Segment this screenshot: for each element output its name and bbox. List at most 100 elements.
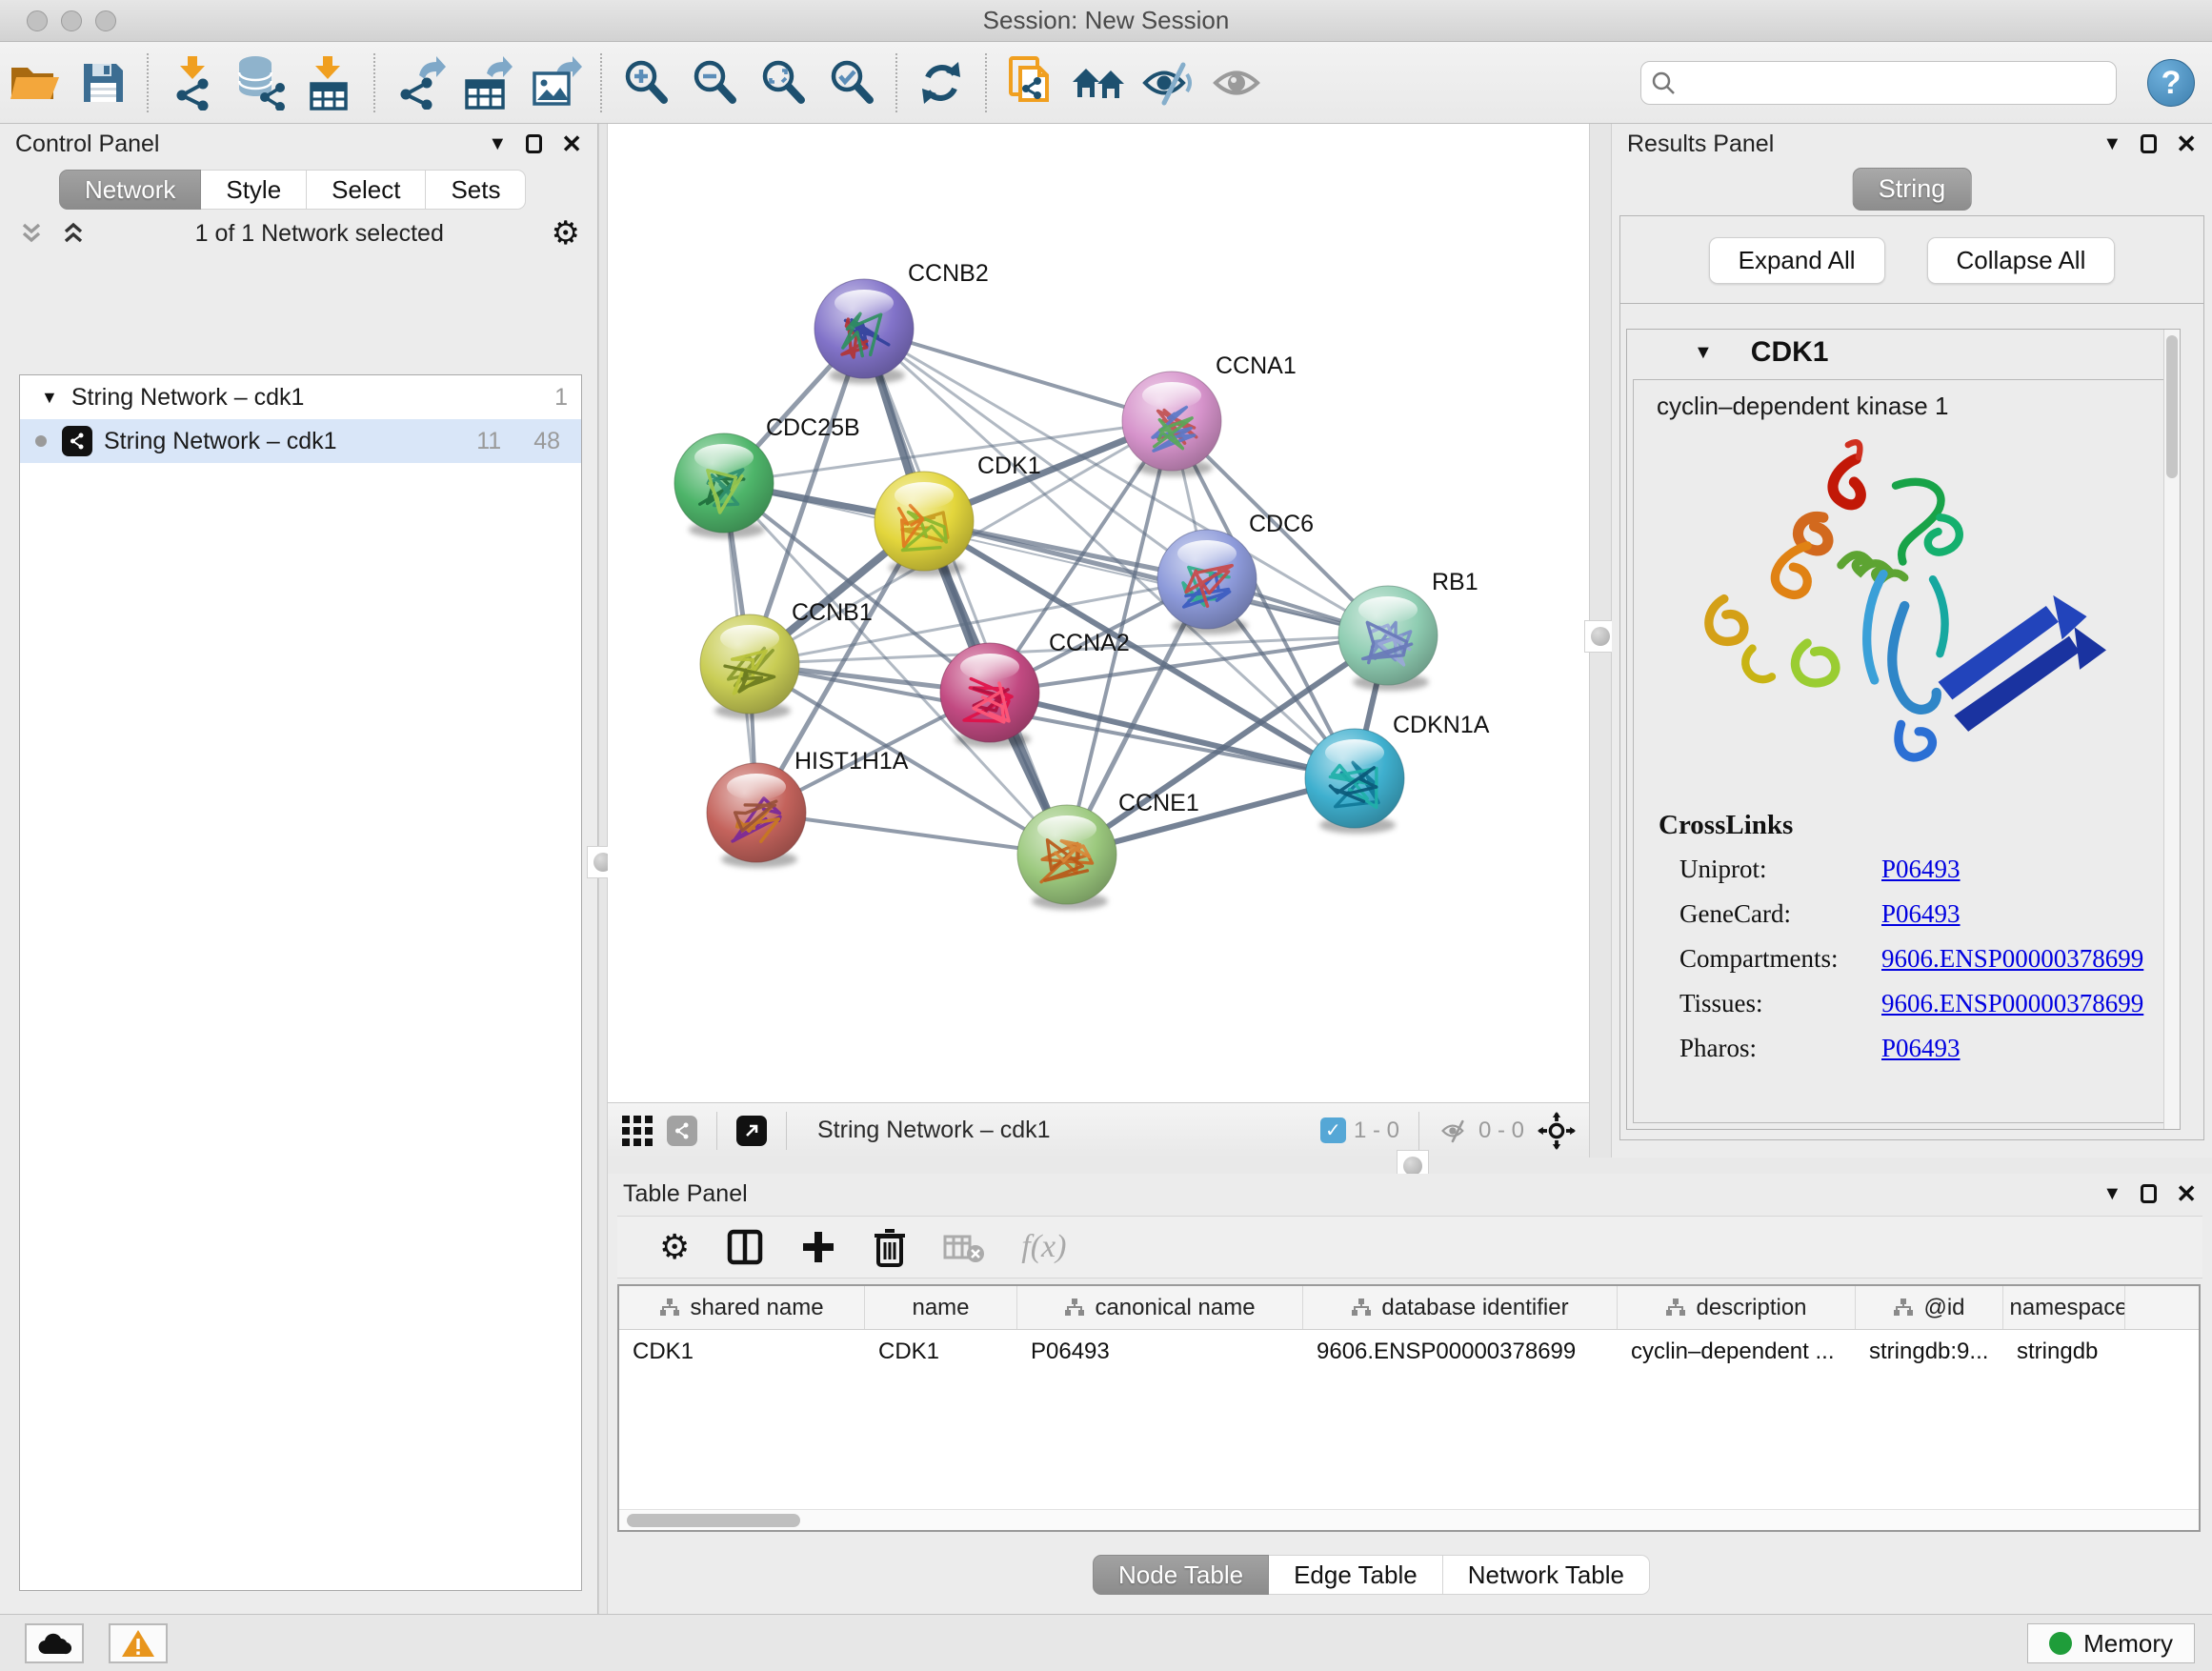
network-node-CDC6[interactable]: CDC6 [1157,511,1314,634]
crosslink-label: Pharos: [1679,1034,1881,1063]
table-toolbar: ⚙ f(x) [617,1216,2202,1278]
panel-float-icon[interactable] [526,134,542,153]
column-header-description[interactable]: description [1618,1286,1856,1329]
pan-crosshair-icon[interactable] [1538,1112,1576,1150]
column-header-name[interactable]: name [865,1286,1017,1329]
panel-close-icon[interactable]: ✕ [561,130,582,159]
open-session-button[interactable] [5,52,64,113]
column-header-shared-name[interactable]: shared name [619,1286,865,1329]
panel-close-icon[interactable]: ✕ [2176,130,2197,159]
zoom-in-button[interactable] [616,52,675,113]
import-network-from-database-button[interactable] [231,52,291,113]
hidden-counts: 0 - 0 [1438,1117,1524,1144]
memory-status-button[interactable]: Memory [2027,1623,2195,1663]
network-node-CDK1[interactable]: CDK1 [875,453,1041,576]
protein-name: CDK1 [1751,336,1829,369]
import-network-from-file-button[interactable] [163,52,222,113]
minimize-window-icon[interactable] [61,10,82,31]
panel-menu-icon[interactable]: ▼ [2102,1183,2122,1205]
node-table[interactable]: shared namenamecanonical namedatabase id… [617,1284,2201,1532]
column-header-namespace[interactable]: namespace [2003,1286,2125,1329]
collection-caret-icon[interactable]: ▼ [41,388,58,408]
detach-view-icon[interactable] [736,1116,767,1146]
table-options-gear-icon[interactable]: ⚙ [659,1227,690,1267]
panel-float-icon[interactable] [2141,134,2157,153]
network-view: CCNB2CCNA1CDC25BCDK1CDC6RB1CCNB1CCNA2CDK… [608,124,1589,1158]
help-button[interactable]: ? [2147,59,2195,107]
tab-style[interactable]: Style [201,170,307,210]
expand-all-button[interactable]: Expand All [1709,237,1885,284]
warning-triangle-icon [121,1628,155,1659]
warnings-button[interactable] [109,1623,168,1663]
section-caret-icon[interactable]: ▼ [1694,342,1713,364]
results-scrollbar-thumb[interactable] [2166,335,2178,478]
show-hidden-button[interactable] [1207,52,1266,113]
show-all-button[interactable] [1070,52,1129,113]
refresh-button[interactable] [912,52,971,113]
network-collection-row[interactable]: ▼ String Network – cdk1 1 [20,375,581,419]
import-table-from-file-button[interactable] [300,52,359,113]
expand-all-icon[interactable] [59,219,88,248]
crosslink-link[interactable]: 9606.ENSP00000378699 [1881,944,2143,974]
network-row[interactable]: String Network – cdk1 11 48 [20,419,581,463]
column-header--id[interactable]: @id [1856,1286,2003,1329]
panel-menu-icon[interactable]: ▼ [2102,133,2122,155]
tab-sets[interactable]: Sets [426,170,526,210]
network-node-CDC25B[interactable]: CDC25B [674,414,860,538]
collapse-all-button[interactable]: Collapse All [1927,237,2116,284]
column-header-database-identifier[interactable]: database identifier [1303,1286,1618,1329]
memory-ok-dot-icon [2049,1632,2072,1655]
results-scrollbar[interactable] [2163,330,2180,1129]
export-image-button[interactable] [527,52,586,113]
crosslink-link[interactable]: P06493 [1881,1034,1961,1063]
crosslink-link[interactable]: P06493 [1881,899,1961,929]
panel-close-icon[interactable]: ✕ [2176,1179,2197,1209]
zoom-window-icon[interactable] [95,10,116,31]
table-hscroll-thumb[interactable] [627,1514,800,1527]
export-network-button[interactable] [390,52,449,113]
column-type-icon [1893,1299,1914,1318]
column-header-canonical-name[interactable]: canonical name [1017,1286,1303,1329]
window-controls[interactable] [27,10,116,31]
network-node-RB1[interactable]: RB1 [1338,569,1478,691]
toolbar-separator [600,53,602,112]
crosslink-label: Uniprot: [1679,855,1881,884]
clone-network-button[interactable] [1001,52,1060,113]
tab-edge-table[interactable]: Edge Table [1269,1555,1443,1595]
close-window-icon[interactable] [27,10,48,31]
network-canvas[interactable]: CCNB2CCNA1CDC25BCDK1CDC6RB1CCNB1CCNA2CDK… [608,124,1589,1102]
show-columns-icon[interactable] [726,1228,764,1266]
search-input[interactable] [1683,70,2106,96]
crosslink-link[interactable]: P06493 [1881,855,1961,884]
network-list-options-gear-icon[interactable]: ⚙ [552,217,580,250]
zoom-selected-button[interactable] [822,52,881,113]
cloud-status-button[interactable] [25,1623,84,1663]
network-node-CDKN1A[interactable]: CDKN1A [1305,712,1490,834]
panel-menu-icon[interactable]: ▼ [488,133,507,155]
table-header-row: shared namenamecanonical namedatabase id… [619,1286,2199,1330]
add-column-icon[interactable] [800,1229,836,1265]
hide-selected-button[interactable] [1138,52,1197,113]
collapse-all-icon[interactable] [17,219,46,248]
zoom-fit-content-button[interactable] [754,52,813,113]
tab-network-table[interactable]: Network Table [1443,1555,1650,1595]
network-node-HIST1H1A[interactable]: HIST1H1A [707,748,909,868]
export-table-button[interactable] [458,52,517,113]
tab-string[interactable]: String [1853,168,1972,211]
panel-float-icon[interactable] [2141,1184,2157,1203]
birds-eye-grid-icon[interactable] [621,1115,654,1147]
selected-checkbox-icon[interactable]: ✓ [1320,1117,1346,1143]
tab-network[interactable]: Network [59,170,201,210]
delete-column-trash-icon[interactable] [873,1227,907,1267]
protein-section-header[interactable]: ▼ CDK1 [1627,330,2180,375]
zoom-in-icon [621,58,671,108]
tab-select[interactable]: Select [307,170,426,210]
tab-node-table[interactable]: Node Table [1093,1555,1269,1595]
table-horizontal-scrollbar[interactable] [619,1509,2199,1530]
crosslink-link[interactable]: 9606.ENSP00000378699 [1881,989,2143,1018]
network-type-badge-icon[interactable] [667,1116,697,1146]
table-row[interactable]: CDK1CDK1P064939606.ENSP00000378699cyclin… [619,1330,2199,1374]
network-node-CCNB2[interactable]: CCNB2 [814,260,989,384]
zoom-out-button[interactable] [685,52,744,113]
save-session-button[interactable] [73,52,132,113]
